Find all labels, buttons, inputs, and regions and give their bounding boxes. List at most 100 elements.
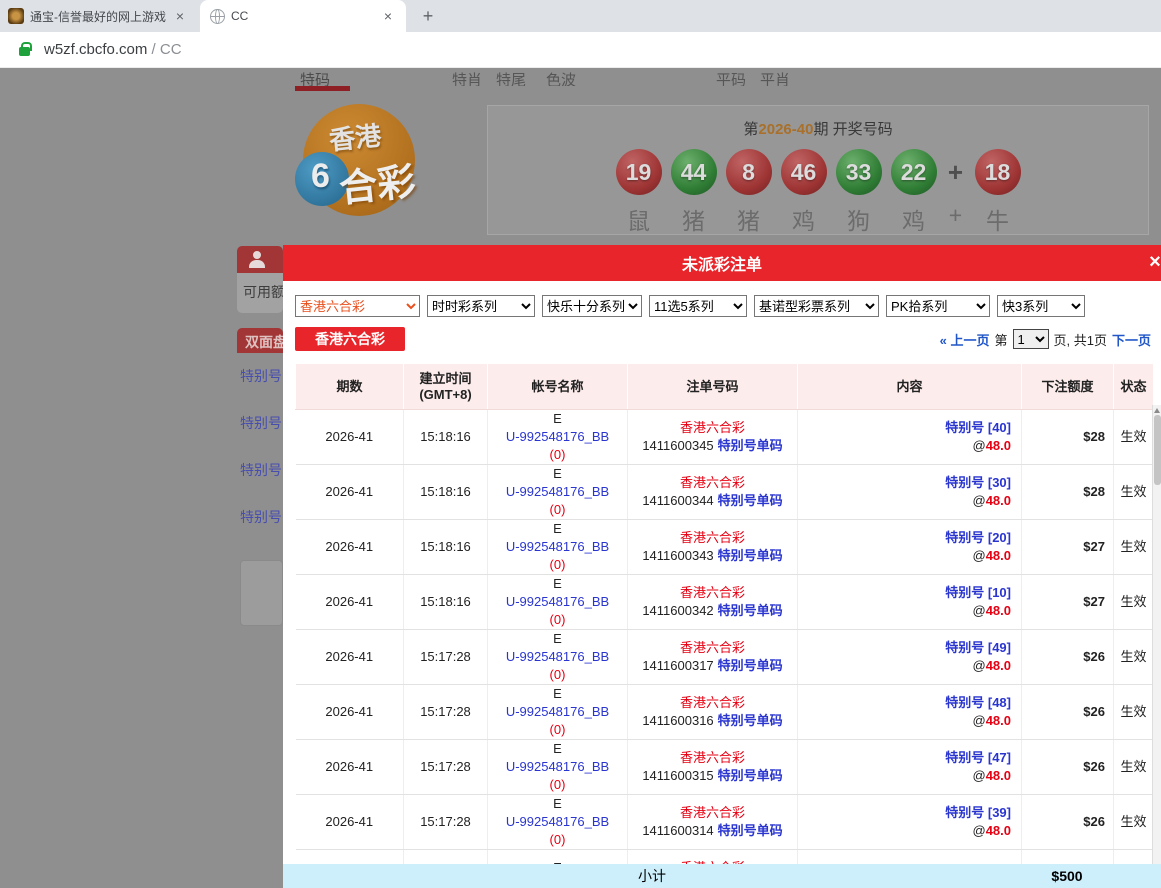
nav-tab[interactable]: 特码 [300, 69, 330, 86]
bet-name: 特别号 [47] [798, 749, 1011, 767]
zodiac-label: 鸡 [902, 202, 925, 236]
ball-column: 22 鸡 [891, 149, 937, 236]
table-scrollbar[interactable] [1152, 405, 1161, 864]
ticket-number: 1411600314 [642, 823, 713, 838]
account-cell: E U-992548176_BB (0) [488, 685, 628, 740]
ticket-cell: 香港六合彩 1411600345特别号单码 [628, 410, 798, 465]
amount-cell: $27 [1022, 520, 1114, 575]
globe-icon [210, 9, 225, 24]
amount-cell: $26 [1022, 795, 1114, 850]
account-link[interactable]: U-992548176_BB [488, 428, 627, 446]
nav-tab[interactable]: 平肖 [760, 69, 790, 86]
ball-column: 19 鼠 [616, 149, 662, 236]
content-cell: 特别号 [30] @48.0 [798, 465, 1022, 520]
browser-tab-active[interactable]: CC × [200, 0, 406, 32]
sidebar-link-special-number[interactable]: 特别号 [240, 507, 283, 527]
column-header: 内容 [798, 364, 1022, 410]
account-link[interactable]: U-992548176_BB [488, 483, 627, 501]
sidebar-link-special-number[interactable]: 特别号 [240, 460, 283, 480]
zodiac-label: 猪 [682, 202, 705, 236]
lottery-ball: 22 [891, 149, 937, 195]
account-link[interactable]: U-992548176_BB [488, 813, 627, 831]
column-header: 建立时间(GMT+8) [404, 364, 488, 410]
lottery-series-select[interactable]: PK拾系列 [886, 295, 990, 317]
site-favicon [8, 8, 24, 24]
nav-tab[interactable]: 平码 [716, 69, 746, 86]
address-bar[interactable]: w5zf.cbcfo.com / CC [0, 32, 1161, 68]
ticket-type-link[interactable]: 特别号单码 [718, 768, 783, 783]
close-icon[interactable]: × [1143, 251, 1161, 274]
lottery-ball: 8 [726, 149, 772, 195]
account-cell: E U-992548176_BB (0) [488, 630, 628, 685]
lottery-filter-row: 香港六合彩时时彩系列快乐十分系列 11选5系列基诺型彩票系列 PK拾系列快3系列 [295, 295, 1161, 317]
nav-tab[interactable]: 特尾 [496, 69, 526, 86]
odds-value: 48.0 [986, 823, 1011, 838]
lock-icon [19, 47, 30, 56]
sidebar-link-special-number[interactable]: 特别号 [240, 413, 283, 433]
lottery-series-select[interactable]: 时时彩系列 [427, 295, 535, 317]
sidebar-links: 特别号特别号特别号特别号 [240, 366, 283, 554]
lottery-series-select[interactable]: 香港六合彩 [295, 295, 420, 317]
scroll-up-icon[interactable] [1154, 408, 1160, 413]
tab-close-icon[interactable]: × [380, 8, 396, 24]
odds-at: @ [972, 713, 985, 728]
status-cell: 生效 [1114, 795, 1154, 850]
account-cell: E U-992548176_BB (0) [488, 465, 628, 520]
column-header: 状态 [1114, 364, 1154, 410]
issue-cell: 2026-41 [296, 630, 404, 685]
ticket-lottery-name: 香港六合彩 [628, 584, 797, 602]
browser-tab-inactive[interactable]: 通宝-信誉最好的网上游戏平 × [0, 0, 196, 32]
person-icon [249, 251, 265, 267]
scrollbar-thumb[interactable] [1154, 415, 1161, 485]
odds-value: 48.0 [986, 548, 1011, 563]
ticket-type-link[interactable]: 特别号单码 [718, 823, 783, 838]
lottery-series-select[interactable]: 快乐十分系列 [542, 295, 642, 317]
bet-table-row: 2026-41 15:17:28 E U-992548176_BB (0) 香港… [296, 685, 1154, 740]
account-link[interactable]: U-992548176_BB [488, 703, 627, 721]
two-sided-panel-tab[interactable]: 双面盘 [237, 328, 283, 353]
lottery-ball: + [946, 149, 966, 195]
odds-value: 48.0 [986, 713, 1011, 728]
content-cell: 特别号 [20] @48.0 [798, 520, 1022, 575]
ball-column: 33 狗 [836, 149, 882, 236]
sidebar-link-special-number[interactable]: 特别号 [240, 366, 283, 386]
ticket-type-link[interactable]: 特别号单码 [718, 603, 783, 618]
ticket-type-link[interactable]: 特别号单码 [718, 438, 783, 453]
ticket-lottery-name: 香港六合彩 [628, 749, 797, 767]
nav-tab[interactable]: 特肖 [452, 69, 482, 86]
table-header-row: 期数建立时间(GMT+8)帐号名称注单号码内容下注额度状态 [296, 364, 1154, 410]
lottery-series-select[interactable]: 11选5系列 [649, 295, 747, 317]
tab-close-icon[interactable]: × [172, 8, 188, 24]
odds-at: @ [972, 438, 985, 453]
lottery-ball: 18 [975, 149, 1021, 195]
ticket-type-link[interactable]: 特别号单码 [718, 713, 783, 728]
ticket-type-link[interactable]: 特别号单码 [718, 493, 783, 508]
ticket-type-link[interactable]: 特别号单码 [718, 548, 783, 563]
status-cell: 生效 [1114, 410, 1154, 465]
draw-title: 第2026-40期 开奖号码 [488, 118, 1148, 139]
amount-cell: $28 [1022, 465, 1114, 520]
pages-total: 页, 共1页 [1054, 330, 1107, 349]
time-cell: 15:18:16 [404, 410, 488, 465]
issue-cell: 2026-41 [296, 685, 404, 740]
page-select[interactable]: 1 [1013, 329, 1049, 349]
account-link[interactable]: U-992548176_BB [488, 538, 627, 556]
lottery-series-select[interactable]: 基诺型彩票系列 [754, 295, 879, 317]
ticket-type-link[interactable]: 特别号单码 [718, 658, 783, 673]
account-link[interactable]: U-992548176_BB [488, 648, 627, 666]
mark-six-button[interactable]: 香港六合彩 [295, 327, 405, 351]
next-page-link[interactable]: 下一页 [1112, 330, 1151, 349]
time-cell: 15:17:28 [404, 740, 488, 795]
odds-value: 48.0 [986, 493, 1011, 508]
account-count: (0) [488, 831, 627, 849]
account-link[interactable]: U-992548176_BB [488, 593, 627, 611]
new-tab-button[interactable]: + [416, 4, 440, 28]
account-link[interactable]: U-992548176_BB [488, 758, 627, 776]
amount-cell: $26 [1022, 685, 1114, 740]
nav-tab[interactable]: 色波 [546, 69, 576, 86]
prev-page-link[interactable]: « 上一页 [940, 330, 990, 349]
user-tab[interactable] [237, 246, 283, 273]
odds-at: @ [972, 823, 985, 838]
url-text[interactable]: w5zf.cbcfo.com / CC [44, 41, 182, 58]
lottery-series-select[interactable]: 快3系列 [997, 295, 1085, 317]
